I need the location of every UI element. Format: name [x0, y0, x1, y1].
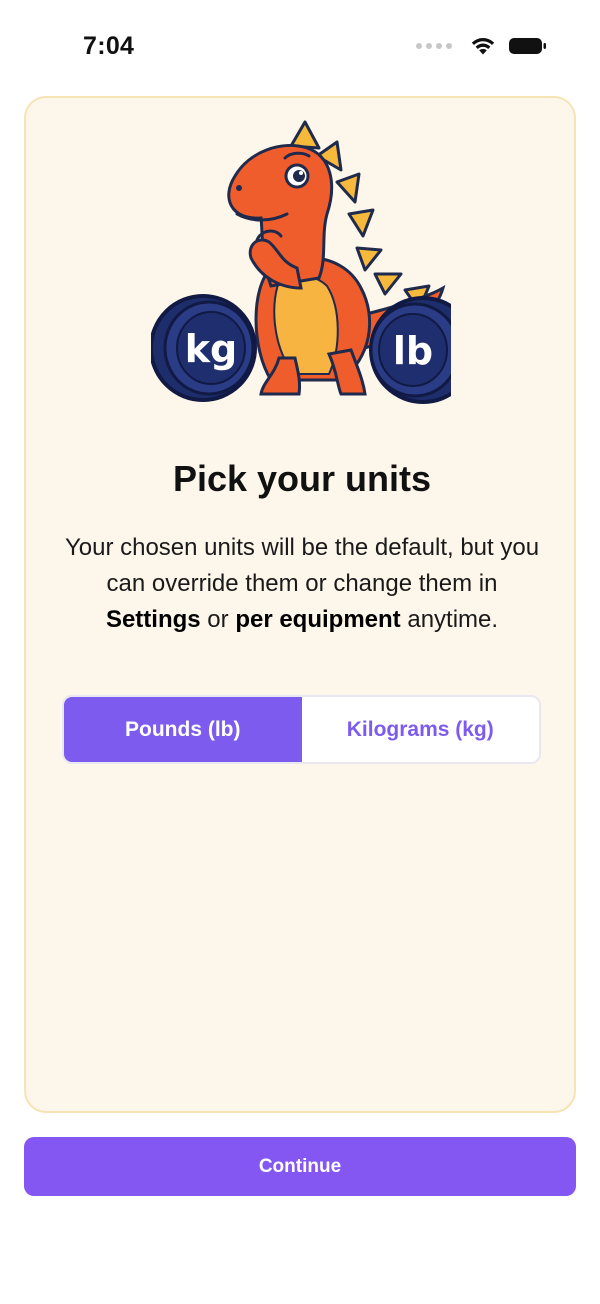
dinosaur-mascot-icon: kg lb [151, 120, 451, 404]
lb-plate-label: lb [393, 329, 433, 373]
continue-button[interactable]: Continue [24, 1137, 576, 1196]
battery-icon [509, 38, 546, 54]
units-card: kg lb Pick your units Your chosen units … [24, 96, 576, 1113]
units-description: Your chosen units will be the default, b… [56, 530, 548, 638]
desc-part3: anytime. [400, 606, 499, 633]
kilograms-option[interactable]: Kilograms (kg) [301, 697, 539, 762]
per-equipment-emphasis: per equipment [235, 606, 401, 633]
status-bar: 7:04 [0, 0, 600, 96]
pounds-option[interactable]: Pounds (lb) [64, 697, 302, 762]
status-icons [416, 36, 548, 56]
page-title: Pick your units [172, 458, 432, 499]
status-time: 7:04 [83, 32, 135, 60]
units-segmented-control: Pounds (lb) Kilograms (kg) [62, 695, 541, 764]
settings-emphasis: Settings [105, 606, 201, 633]
signal-icon [416, 43, 452, 49]
desc-part1: Your chosen units will be the default, b… [64, 534, 540, 597]
onboarding-screen: 7:04 kg lb Pick your units Your chosen u… [0, 0, 600, 1304]
kg-plate-icon: kg [151, 294, 257, 402]
wifi-icon [471, 38, 495, 55]
kg-plate-label: kg [185, 327, 237, 371]
desc-part2: or [200, 606, 236, 633]
